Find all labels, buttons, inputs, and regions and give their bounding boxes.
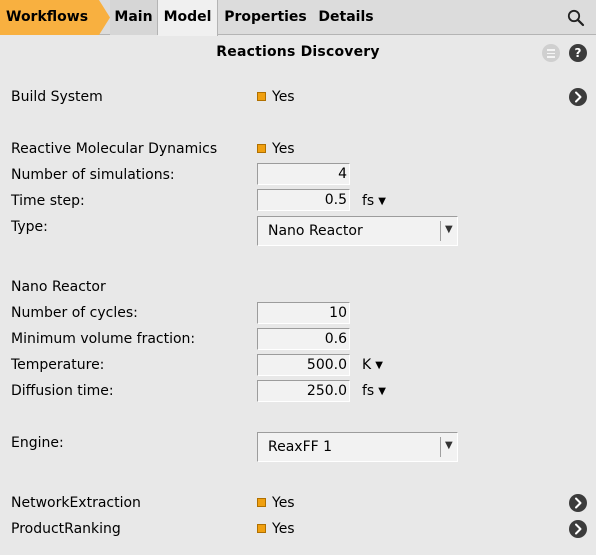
product-ranking-checkbox[interactable] <box>257 524 266 533</box>
panel-title: Reactions Discovery <box>216 44 380 60</box>
app-window: Workflows Main Model Properties Details … <box>0 0 596 555</box>
product-ranking-chevron-right-icon[interactable] <box>569 520 587 538</box>
build-system-checkbox[interactable] <box>257 92 266 101</box>
help-icon[interactable]: ? <box>569 44 587 62</box>
type-label: Type: <box>11 219 48 235</box>
chevron-down-icon: ▼ <box>445 224 453 235</box>
diffusion-time-unit: fs <box>362 383 375 399</box>
network-extraction-label: NetworkExtraction <box>11 495 141 511</box>
min-volume-label: Minimum volume fraction: <box>11 331 196 347</box>
engine-select-value: ReaxFF 1 <box>268 439 333 455</box>
rmd-label: Reactive Molecular Dynamics <box>11 141 218 157</box>
build-system-chevron-right-icon[interactable] <box>569 88 587 106</box>
temperature-label: Temperature: <box>11 357 105 373</box>
type-select-value: Nano Reactor <box>268 223 363 239</box>
diffusion-time-field[interactable]: 250.0 <box>257 380 350 402</box>
time-step-unit-dropdown[interactable]: fs ▼ <box>362 193 386 210</box>
min-volume-field[interactable]: 0.6 <box>257 328 350 350</box>
network-extraction-checkbox[interactable] <box>257 498 266 507</box>
tab-properties[interactable]: Properties <box>219 0 312 35</box>
time-step-unit: fs <box>362 193 375 209</box>
network-extraction-value: Yes <box>272 495 295 511</box>
tab-model[interactable]: Model <box>158 0 218 36</box>
type-select[interactable]: Nano Reactor ▼ <box>257 216 458 246</box>
temperature-unit-dropdown[interactable]: K ▼ <box>362 357 383 374</box>
diffusion-time-unit-dropdown[interactable]: fs ▼ <box>362 383 386 400</box>
num-cycles-label: Number of cycles: <box>11 305 138 321</box>
rmd-checkbox[interactable] <box>257 144 266 153</box>
temperature-field[interactable]: 500.0 <box>257 354 350 376</box>
engine-select[interactable]: ReaxFF 1 ▼ <box>257 432 458 462</box>
product-ranking-value: Yes <box>272 521 295 537</box>
time-step-label: Time step: <box>11 193 85 209</box>
build-system-label: Build System <box>11 89 103 105</box>
diffusion-time-label: Diffusion time: <box>11 383 114 399</box>
num-simulations-label: Number of simulations: <box>11 167 175 183</box>
tab-main[interactable]: Main <box>110 0 158 35</box>
build-system-value: Yes <box>272 89 295 105</box>
rmd-value: Yes <box>272 141 295 157</box>
caret-down-icon: ▼ <box>378 386 386 397</box>
time-step-field[interactable]: 0.5 <box>257 189 350 211</box>
temperature-unit: K <box>362 357 372 373</box>
chevron-down-icon: ▼ <box>445 440 453 451</box>
network-extraction-chevron-right-icon[interactable] <box>569 494 587 512</box>
num-cycles-field[interactable]: 10 <box>257 302 350 324</box>
select-divider <box>440 437 441 457</box>
tab-bar: Workflows Main Model Properties Details <box>0 0 596 36</box>
select-divider <box>440 221 441 241</box>
caret-down-icon: ▼ <box>375 360 383 371</box>
product-ranking-label: ProductRanking <box>11 521 121 537</box>
tab-details[interactable]: Details <box>313 0 379 35</box>
num-simulations-field[interactable]: 4 <box>257 163 350 185</box>
menu-icon[interactable] <box>542 44 560 62</box>
tab-workflows[interactable]: Workflows <box>0 0 110 35</box>
nano-reactor-heading: Nano Reactor <box>11 279 106 295</box>
search-icon[interactable] <box>566 8 586 28</box>
engine-label: Engine: <box>11 435 64 451</box>
caret-down-icon: ▼ <box>378 196 386 207</box>
